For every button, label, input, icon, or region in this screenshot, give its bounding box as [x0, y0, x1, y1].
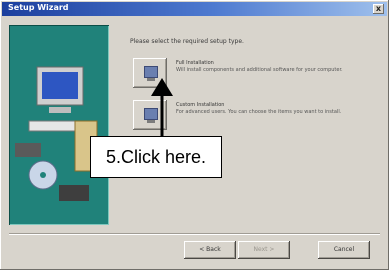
full-installation-title: Full Installation: [176, 60, 214, 66]
next-button[interactable]: Next >: [238, 241, 290, 259]
computer-icon: [144, 108, 158, 123]
custom-installation-button[interactable]: [133, 100, 167, 130]
setup-type-heading: Please select the required setup type.: [130, 38, 244, 45]
setup-illustration: [9, 25, 109, 225]
window-title: Setup Wizard: [8, 3, 69, 12]
custom-installation-title: Custom Installation: [176, 102, 225, 108]
computer-icon: [144, 66, 158, 81]
close-button[interactable]: x: [373, 4, 384, 14]
instruction-callout: 5.Click here.: [90, 136, 222, 178]
back-button[interactable]: < Back: [184, 241, 236, 259]
full-installation-button[interactable]: [133, 58, 167, 88]
setup-dialog: Setup Wizard x Please select the require…: [0, 0, 389, 270]
title-bar[interactable]: Setup Wizard x: [2, 2, 387, 16]
custom-installation-description: For advanced users. You can choose the i…: [176, 109, 342, 115]
cancel-button[interactable]: Cancel: [318, 241, 370, 259]
full-installation-description: Will install components and additional s…: [176, 67, 343, 73]
computer-illustration-icon: [15, 66, 98, 201]
footer-divider: [9, 233, 380, 235]
